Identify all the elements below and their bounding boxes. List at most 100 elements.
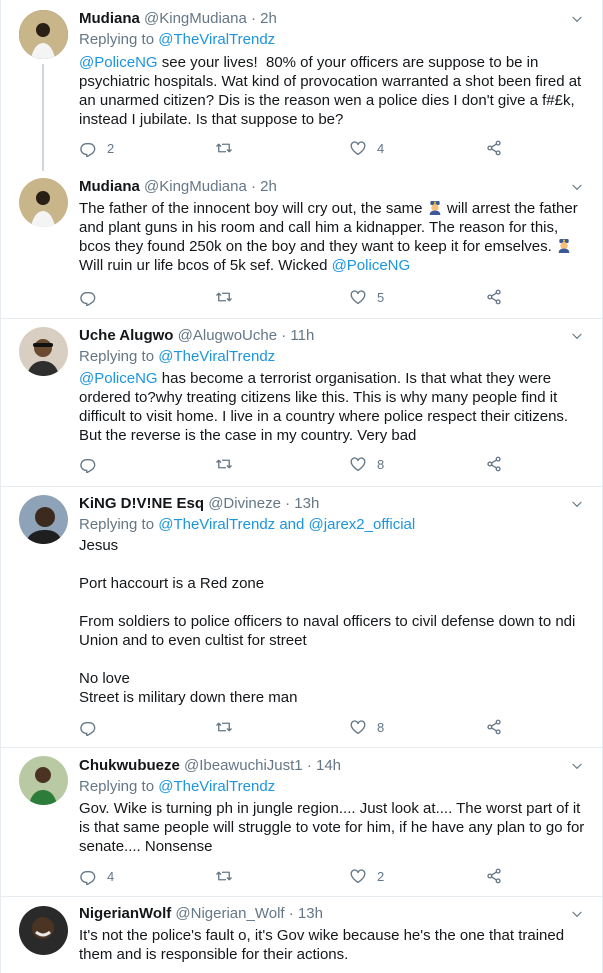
like-button[interactable]: 2 — [349, 866, 384, 886]
tweet-text: @PoliceNG see your lives! 80% of your of… — [79, 53, 589, 129]
tweet[interactable]: Mudiana @KingMudiana · 2h Replying to @T… — [1, 0, 602, 171]
tweet-time[interactable]: 11h — [290, 327, 314, 344]
share-button[interactable] — [485, 717, 503, 737]
heart-icon — [349, 455, 367, 473]
heart-icon — [349, 139, 367, 157]
police-officer-emoji — [556, 237, 572, 253]
reply-count: 2 — [107, 140, 115, 156]
chevron-down-icon[interactable] — [570, 180, 584, 194]
tweet-text: The father of the innocent boy will cry … — [79, 199, 589, 275]
mention-link[interactable]: @PoliceNG — [79, 54, 158, 71]
user-handle[interactable]: @Nigerian_Wolf — [175, 905, 284, 922]
avatar[interactable] — [19, 495, 68, 544]
share-icon — [485, 139, 503, 157]
police-officer-emoji — [427, 199, 443, 215]
chevron-down-icon[interactable] — [570, 12, 584, 26]
user-handle[interactable]: @IbeawuchiJust1 — [184, 757, 303, 774]
replying-to: Replying to @TheViralTrendz and @jarex2_… — [79, 515, 415, 535]
chevron-down-icon[interactable] — [570, 907, 584, 921]
display-name[interactable]: Mudiana — [79, 178, 140, 195]
replying-and: and — [275, 516, 309, 533]
mention-link[interactable]: @PoliceNG — [332, 257, 411, 274]
replying-to-link[interactable]: @TheViralTrendz — [158, 516, 275, 533]
like-count: 2 — [377, 868, 385, 884]
share-button[interactable] — [485, 287, 503, 307]
retweet-button[interactable] — [215, 287, 233, 307]
replying-to-link[interactable]: @jarex2_official — [309, 516, 416, 533]
avatar[interactable] — [19, 327, 68, 376]
reply-button[interactable] — [79, 287, 97, 307]
like-button[interactable]: 5 — [349, 287, 384, 307]
share-button[interactable] — [485, 454, 503, 474]
like-button[interactable]: 8 — [349, 454, 384, 474]
tweet-text: @PoliceNG has become a terrorist organis… — [79, 369, 589, 445]
replying-to-link[interactable]: @TheViralTrendz — [158, 778, 275, 795]
tweet-time[interactable]: 14h — [316, 757, 341, 774]
retweet-button[interactable] — [215, 138, 233, 158]
display-name[interactable]: Chukwubueze — [79, 757, 180, 774]
retweet-icon — [215, 867, 233, 885]
reply-button[interactable] — [79, 454, 97, 474]
user-handle[interactable]: @KingMudiana — [144, 10, 247, 27]
share-icon — [485, 718, 503, 736]
tweet-header: Uche Alugwo @AlugwoUche · 11h — [79, 327, 315, 344]
tweet-text-content: The father of the innocent boy will cry … — [79, 200, 427, 217]
retweet-icon — [215, 455, 233, 473]
user-handle[interactable]: @KingMudiana — [144, 178, 247, 195]
tweet-time[interactable]: 13h — [298, 905, 323, 922]
chevron-down-icon[interactable] — [570, 329, 584, 343]
replying-to-link[interactable]: @TheViralTrendz — [158, 348, 275, 365]
tweet-header: NigerianWolf @Nigerian_Wolf · 13h — [79, 905, 323, 922]
tweet-feed: Mudiana @KingMudiana · 2h Replying to @T… — [0, 0, 603, 973]
retweet-button[interactable] — [215, 454, 233, 474]
reply-button[interactable] — [79, 717, 97, 737]
display-name[interactable]: KiNG D!V!NE Esq — [79, 495, 204, 512]
tweet-time[interactable]: 2h — [260, 178, 277, 195]
tweet[interactable]: KiNG D!V!NE Esq @Divineze · 13h Replying… — [1, 487, 602, 748]
mention-link[interactable]: @PoliceNG — [79, 370, 158, 387]
reply-icon — [79, 139, 97, 157]
retweet-button[interactable] — [215, 717, 233, 737]
tweet-time[interactable]: 2h — [260, 10, 277, 27]
retweet-icon — [215, 139, 233, 157]
share-icon — [485, 455, 503, 473]
tweet-time[interactable]: 13h — [294, 495, 319, 512]
tweet-text: Gov. Wike is turning ph in jungle region… — [79, 799, 589, 856]
display-name[interactable]: Uche Alugwo — [79, 327, 173, 344]
tweet[interactable]: Uche Alugwo @AlugwoUche · 11h Replying t… — [1, 319, 602, 487]
retweet-button[interactable] — [215, 866, 233, 886]
like-count: 8 — [377, 719, 385, 735]
tweet[interactable]: NigerianWolf @Nigerian_Wolf · 13h It's n… — [1, 897, 602, 973]
display-name[interactable]: Mudiana — [79, 10, 140, 27]
tweet-header: Mudiana @KingMudiana · 2h — [79, 178, 277, 195]
tweet-text: It's not the police's fault o, it's Gov … — [79, 926, 589, 964]
reply-count: 4 — [107, 868, 115, 884]
like-count: 8 — [377, 456, 385, 472]
heart-icon — [349, 867, 367, 885]
share-icon — [485, 867, 503, 885]
tweet-text-content: Gov. Wike is turning ph in jungle region… — [79, 800, 589, 855]
tweet[interactable]: Mudiana @KingMudiana · 2h The father of … — [1, 171, 602, 319]
chevron-down-icon[interactable] — [570, 759, 584, 773]
share-button[interactable] — [485, 866, 503, 886]
reply-button[interactable]: 4 — [79, 866, 114, 886]
like-button[interactable]: 4 — [349, 138, 384, 158]
tweet-header: Chukwubueze @IbeawuchiJust1 · 14h — [79, 757, 342, 774]
reply-button[interactable]: 2 — [79, 138, 114, 158]
user-handle[interactable]: @AlugwoUche — [178, 327, 277, 344]
avatar[interactable] — [19, 906, 68, 955]
replying-to-link[interactable]: @TheViralTrendz — [158, 31, 275, 48]
like-count: 4 — [377, 140, 385, 156]
replying-to: Replying to @TheViralTrendz — [79, 347, 275, 367]
reply-icon — [79, 455, 97, 473]
avatar[interactable] — [19, 178, 68, 227]
like-button[interactable]: 8 — [349, 717, 384, 737]
display-name[interactable]: NigerianWolf — [79, 905, 171, 922]
chevron-down-icon[interactable] — [570, 497, 584, 511]
share-button[interactable] — [485, 138, 503, 158]
user-handle[interactable]: @Divineze — [208, 495, 281, 512]
avatar[interactable] — [19, 10, 68, 59]
reply-icon — [79, 867, 97, 885]
tweet[interactable]: Chukwubueze @IbeawuchiJust1 · 14h Replyi… — [1, 748, 602, 897]
avatar[interactable] — [19, 756, 68, 805]
